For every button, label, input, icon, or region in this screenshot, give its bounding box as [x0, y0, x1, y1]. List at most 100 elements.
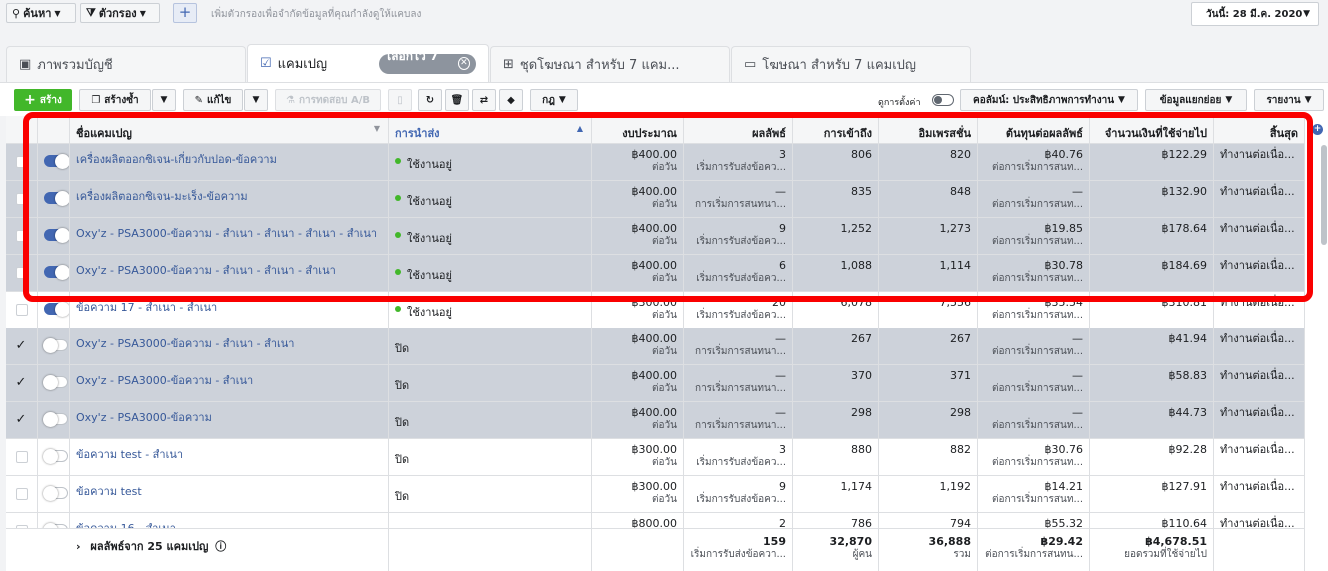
budget-cell[interactable]: ฿400.00 ต่อวัน	[592, 402, 684, 438]
campaign-name-link[interactable]: Oxy'z - PSA3000-ข้อความ - สำเนา	[70, 365, 389, 401]
column-header-ends[interactable]: สิ้นสุด	[1214, 116, 1305, 143]
footer-label-cell[interactable]: › ผลลัพธ์จาก 25 แคมเปญ ⓘ	[70, 529, 389, 571]
column-header-impressions[interactable]: อิมเพรสชั่น	[879, 116, 978, 143]
column-header-reach[interactable]: การเข้าถึง	[793, 116, 879, 143]
campaign-on-off-toggle[interactable]	[44, 302, 69, 317]
campaign-on-off-toggle[interactable]	[43, 338, 68, 353]
row-checkbox-cell[interactable]	[6, 218, 38, 254]
tab-campaigns[interactable]: ☑ แคมเปญ เลือกไว้ 7 ... ✕	[247, 44, 489, 82]
tab-account-overview[interactable]: ▣ ภาพรวมบัญชี	[6, 46, 246, 82]
campaign-on-off-toggle[interactable]	[44, 191, 69, 206]
campaign-name-link[interactable]: ข้อความ test - สำเนา	[70, 439, 389, 475]
row-checkbox-cell[interactable]	[6, 439, 38, 475]
row-checkbox-cell[interactable]	[6, 181, 38, 217]
campaign-name-link[interactable]: Oxy'z - PSA3000-ข้อความ - สำเนา - สำเนา …	[70, 255, 389, 291]
row-toggle-cell[interactable]	[38, 255, 70, 291]
budget-cell[interactable]: ฿400.00 ต่อวัน	[592, 365, 684, 401]
refresh-button[interactable]: ↻	[418, 89, 442, 111]
table-row[interactable]: ข้อความ test ปิด ฿300.00 ต่อวัน 9 เริ่มการรับ…	[6, 476, 1305, 513]
filter-button[interactable]: ⧩ ตัวกรอง ▼	[80, 3, 160, 23]
campaign-on-off-toggle[interactable]	[43, 449, 68, 464]
budget-cell[interactable]: ฿300.00 ต่อวัน	[592, 292, 684, 328]
rules-button[interactable]: กฎ ▼	[530, 89, 578, 111]
campaign-on-off-toggle[interactable]	[43, 375, 68, 390]
table-row[interactable]: Oxy'z - PSA3000-ข้อความปิด฿400.00ต่อวัน—…	[6, 402, 1305, 439]
table-row[interactable]: Oxy'z - PSA3000-ข้อความ - สำเนา - สำเนา …	[6, 255, 1305, 292]
column-header-results[interactable]: ผลลัพธ์	[684, 116, 793, 143]
campaign-name-link[interactable]: Oxy'z - PSA3000-ข้อความ - สำเนา - สำเนา …	[70, 218, 389, 254]
campaign-on-off-toggle[interactable]	[44, 265, 69, 280]
row-toggle-cell[interactable]	[38, 439, 70, 475]
tab-ad-sets[interactable]: ⊞ ชุดโฆษณา สำหรับ 7 แคม...	[490, 46, 730, 82]
budget-cell[interactable]: ฿400.00 ต่อวัน	[592, 144, 684, 180]
row-checkbox[interactable]	[16, 338, 28, 353]
campaign-name-link[interactable]: ข้อความ test	[70, 476, 389, 512]
table-row[interactable]: ข้อความ test - สำเนา ปิด ฿300.00 ต่อวัน 3 เริ…	[6, 439, 1305, 476]
table-row[interactable]: เครื่องผลิตออกซิเจน-มะเร็ง-ข้อความ ใช้งาน…	[6, 181, 1305, 218]
edit-button[interactable]: ✎ แก้ไข	[183, 89, 243, 111]
column-header-amount-spent[interactable]: จำนวนเงินที่ใช้จ่ายไป	[1090, 116, 1214, 143]
table-row[interactable]: เครื่องผลิตออกซิเจน-เกี่ยวกับปอด-ข้อความ…	[6, 144, 1305, 181]
row-checkbox-cell[interactable]	[6, 365, 38, 401]
column-header-cost-per-result[interactable]: ต้นทุนต่อผลลัพธ์	[978, 116, 1090, 143]
table-row[interactable]: Oxy'z - PSA3000-ข้อความ - สำเนา - สำเนา …	[6, 218, 1305, 255]
row-checkbox-cell[interactable]	[6, 476, 38, 512]
row-toggle-cell[interactable]	[38, 476, 70, 512]
row-toggle-cell[interactable]	[38, 181, 70, 217]
table-row[interactable]: Oxy'z - PSA3000-ข้อความ - สำเนา ปิด ฿400.0…	[6, 365, 1305, 402]
edit-dropdown[interactable]: ▼	[244, 89, 268, 111]
add-filter-button[interactable]: +	[173, 3, 197, 23]
delete-button[interactable]: 🗑	[445, 89, 469, 111]
campaign-name-link[interactable]: เครื่องผลิตออกซิเจน-มะเร็ง-ข้อความ	[70, 181, 389, 217]
date-range-picker[interactable]: วันนี้: 28 มี.ค. 2020 ▼	[1191, 2, 1319, 26]
row-checkbox[interactable]	[15, 488, 28, 500]
row-toggle-cell[interactable]	[38, 402, 70, 438]
row-toggle-cell[interactable]	[38, 144, 70, 180]
add-column-icon[interactable]: +	[1312, 124, 1323, 135]
select-all-header[interactable]	[6, 116, 38, 143]
budget-cell[interactable]: ฿300.00 ต่อวัน	[592, 476, 684, 512]
table-row[interactable]: Oxy'z - PSA3000-ข้อความ - สำเนา - สำเนา ป…	[6, 328, 1305, 365]
row-toggle-cell[interactable]	[38, 328, 70, 364]
budget-cell[interactable]: ฿400.00 ต่อวัน	[592, 181, 684, 217]
campaign-name-link[interactable]: Oxy'z - PSA3000-ข้อความ - สำเนา - สำเนา	[70, 328, 389, 364]
row-checkbox[interactable]	[15, 267, 28, 279]
move-button[interactable]: ⇄	[472, 89, 496, 111]
row-checkbox-cell[interactable]	[6, 402, 38, 438]
breakdown-dropdown[interactable]: ข้อมูลแยกย่อย ▼	[1145, 89, 1247, 111]
column-header-campaign-name[interactable]: ชื่อแคมเปญ ▼	[70, 116, 389, 143]
row-checkbox[interactable]	[15, 451, 28, 463]
budget-cell[interactable]: ฿400.00 ต่อวัน	[592, 328, 684, 364]
column-header-budget[interactable]: งบประมาณ	[592, 116, 684, 143]
budget-cell[interactable]: ฿300.00 ต่อวัน	[592, 439, 684, 475]
table-row[interactable]: ข้อความ 17 - สำเนา - สำเนา ใช้งานอยู่ ฿300…	[6, 292, 1305, 329]
campaign-name-link[interactable]: เครื่องผลิตออกซิเจน-เกี่ยวกับปอด-ข้อความ	[70, 144, 389, 180]
campaign-on-off-toggle[interactable]	[44, 154, 69, 169]
delete-disabled-button[interactable]: ▯	[388, 89, 412, 111]
tab-ads[interactable]: ▭ โฆษณา สำหรับ 7 แคมเปญ	[731, 46, 971, 82]
view-setup-toggle[interactable]	[932, 94, 954, 106]
table-scrollbar[interactable]	[1321, 145, 1327, 245]
duplicate-dropdown[interactable]: ▼	[152, 89, 176, 111]
budget-cell[interactable]: ฿400.00 ต่อวัน	[592, 255, 684, 291]
row-checkbox[interactable]	[15, 156, 28, 168]
row-toggle-cell[interactable]	[38, 218, 70, 254]
clear-selection-icon[interactable]: ✕	[457, 57, 470, 70]
columns-dropdown[interactable]: คอลัมน์: ประสิทธิภาพการทำงาน ▼	[960, 89, 1138, 111]
campaign-on-off-toggle[interactable]	[43, 486, 68, 501]
selected-count-pill[interactable]: เลือกไว้ 7 ... ✕	[379, 49, 476, 80]
budget-cell[interactable]: ฿400.00 ต่อวัน	[592, 218, 684, 254]
column-header-delivery[interactable]: การนำส่ง ▲	[389, 116, 592, 143]
row-checkbox[interactable]	[15, 304, 28, 316]
row-checkbox-cell[interactable]	[6, 328, 38, 364]
create-button[interactable]: + สร้าง	[14, 89, 72, 111]
row-checkbox-cell[interactable]	[6, 144, 38, 180]
row-toggle-cell[interactable]	[38, 292, 70, 328]
campaign-name-link[interactable]: ข้อความ 17 - สำเนา - สำเนา	[70, 292, 389, 328]
row-checkbox[interactable]	[15, 193, 28, 205]
row-checkbox[interactable]	[15, 230, 28, 242]
row-checkbox-cell[interactable]	[6, 292, 38, 328]
search-button[interactable]: ⚲ ค้นหา ▼	[6, 3, 76, 23]
reports-dropdown[interactable]: รายงาน ▼	[1254, 89, 1324, 111]
campaign-on-off-toggle[interactable]	[43, 412, 68, 427]
